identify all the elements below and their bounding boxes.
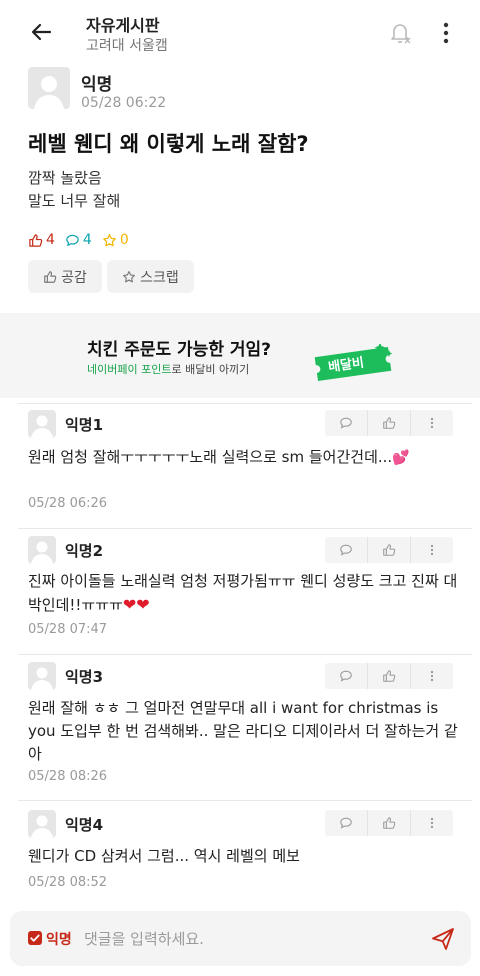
- comment-author: 익명3: [65, 668, 104, 686]
- ad-banner-highlight: 네이버페이 포인트: [87, 363, 172, 376]
- post-title: 레벨 웬디 왜 이렇게 노래 잘함?: [28, 132, 309, 156]
- scrap-button-label: 스크랩: [140, 269, 179, 286]
- comment-time: 05/28 08:52: [28, 875, 108, 890]
- speech-bubble-icon: [340, 417, 352, 429]
- divider: [18, 403, 472, 404]
- ad-banner-title: 치킨 주문도 가능한 거임?: [87, 340, 272, 360]
- scrap-count-value: 0: [119, 232, 129, 248]
- board-title: 자유게시판: [86, 16, 160, 35]
- more-vertical-icon[interactable]: [436, 20, 456, 46]
- reply-button[interactable]: [325, 537, 368, 563]
- avatar: [28, 410, 56, 438]
- comment-more-button[interactable]: [411, 410, 453, 436]
- comment-like-button[interactable]: [368, 410, 411, 436]
- comment-body: 원래 잘해 ㅎㅎ 그 얼마전 연말무대 all i want for chris…: [28, 697, 458, 766]
- scrap-count: 0: [102, 232, 129, 248]
- like-count-value: 4: [46, 232, 55, 248]
- reply-button[interactable]: [325, 810, 368, 836]
- more-vertical-icon: [430, 544, 434, 556]
- comment-time: 05/28 08:26: [28, 769, 108, 784]
- thumbs-up-icon: [383, 817, 396, 829]
- comment-input[interactable]: [84, 924, 414, 954]
- comment-toolbar: [325, 410, 453, 436]
- anonymous-toggle-label[interactable]: 익명: [46, 929, 72, 949]
- post-stats: 4 4 0: [28, 229, 139, 251]
- comment-body: 원래 엄청 잘해ㅜㅜㅜㅜㅜ노래 실력으로 sm 들어간건데...💕: [28, 446, 458, 470]
- comment-body: 웬디가 CD 삼켜서 그럼... 역시 레벨의 메보: [28, 845, 458, 868]
- comment-count: 4: [65, 232, 92, 248]
- comment-input-bar: 익명: [10, 911, 471, 966]
- comment-toolbar: [325, 537, 453, 563]
- post-body-line: 말도 너무 잘해: [28, 192, 121, 210]
- avatar: [28, 536, 56, 564]
- more-vertical-icon: [430, 417, 434, 429]
- speech-bubble-icon: [66, 234, 79, 246]
- comment-count-value: 4: [82, 232, 92, 248]
- more-vertical-icon: [430, 817, 434, 829]
- post-author: 익명: [81, 75, 113, 95]
- comment-like-button[interactable]: [368, 663, 411, 689]
- avatar: [28, 810, 56, 838]
- reply-button[interactable]: [325, 663, 368, 689]
- comment-author: 익명4: [65, 816, 104, 834]
- comment-author: 익명1: [65, 416, 104, 434]
- divider: [18, 800, 472, 801]
- thumbs-up-icon: [383, 417, 396, 429]
- divider: [18, 528, 472, 529]
- delivery-fee-ticket-icon: 배달비: [310, 342, 396, 384]
- ad-banner-subtitle: 네이버페이 포인트로 배달비 아끼기: [87, 361, 249, 377]
- bell-off-icon[interactable]: [386, 18, 414, 46]
- comment-more-button[interactable]: [411, 810, 453, 836]
- more-vertical-icon: [430, 670, 434, 682]
- comment-author: 익명2: [65, 542, 104, 560]
- thumbs-up-icon: [29, 233, 43, 247]
- board-subtitle: 고려대 서울캠: [86, 38, 168, 54]
- star-icon: [123, 270, 136, 282]
- ad-banner[interactable]: 치킨 주문도 가능한 거임? 네이버페이 포인트로 배달비 아끼기 배달비: [0, 313, 480, 398]
- thumbs-up-icon: [44, 270, 57, 283]
- comment-toolbar: [325, 810, 453, 836]
- like-button-label: 공감: [61, 269, 87, 286]
- thumbs-up-icon: [383, 544, 396, 556]
- comment-text: 원래 잘해 ㅎㅎ 그 얼마전 연말무대 all i want for chris…: [28, 699, 458, 763]
- like-button[interactable]: 공감: [28, 260, 102, 293]
- divider: [18, 654, 472, 655]
- comment-more-button[interactable]: [411, 537, 453, 563]
- checkbox-icon[interactable]: [28, 931, 42, 945]
- star-icon: [103, 233, 116, 246]
- comment-text: 원래 엄청 잘해ㅜㅜㅜㅜㅜ노래 실력으로 sm 들어간건데...: [28, 448, 393, 466]
- post-body: 깜짝 놀랐음 말도 너무 잘해: [28, 167, 120, 213]
- app-header: 자유게시판 고려대 서울캠: [0, 0, 480, 62]
- speech-bubble-icon: [340, 670, 352, 682]
- avatar: [28, 67, 70, 109]
- ad-banner-subtitle-rest: 로 배달비 아끼기: [171, 363, 250, 376]
- comment-time: 05/28 07:47: [28, 622, 108, 637]
- comment-like-button[interactable]: [368, 810, 411, 836]
- send-icon[interactable]: [430, 926, 456, 952]
- comment-emoji: 💕: [392, 450, 410, 466]
- like-count: 4: [28, 232, 55, 248]
- comment-time: 05/28 06:26: [28, 496, 108, 511]
- comment-more-button[interactable]: [411, 663, 453, 689]
- post-time: 05/28 06:22: [81, 95, 167, 111]
- comment-body: 진짜 아이돌들 노래실력 엄청 저평가됨ㅠㅠ 웬디 성량도 크고 진짜 대박인데…: [28, 570, 458, 617]
- comment-toolbar: [325, 663, 453, 689]
- back-arrow-icon[interactable]: [28, 18, 56, 46]
- scrap-button[interactable]: 스크랩: [107, 260, 194, 293]
- comment-like-button[interactable]: [368, 537, 411, 563]
- thumbs-up-icon: [383, 670, 396, 682]
- reply-button[interactable]: [325, 410, 368, 436]
- speech-bubble-icon: [340, 544, 352, 556]
- comment-text: 웬디가 CD 삼켜서 그럼... 역시 레벨의 메보: [28, 847, 300, 865]
- comment-emoji: ❤❤: [122, 595, 150, 614]
- comment-text: 진짜 아이돌들 노래실력 엄청 저평가됨ㅠㅠ 웬디 성량도 크고 진짜 대박인데…: [28, 572, 458, 614]
- avatar: [28, 662, 56, 690]
- speech-bubble-icon: [340, 817, 352, 829]
- post-body-line: 깜짝 놀랐음: [28, 169, 102, 187]
